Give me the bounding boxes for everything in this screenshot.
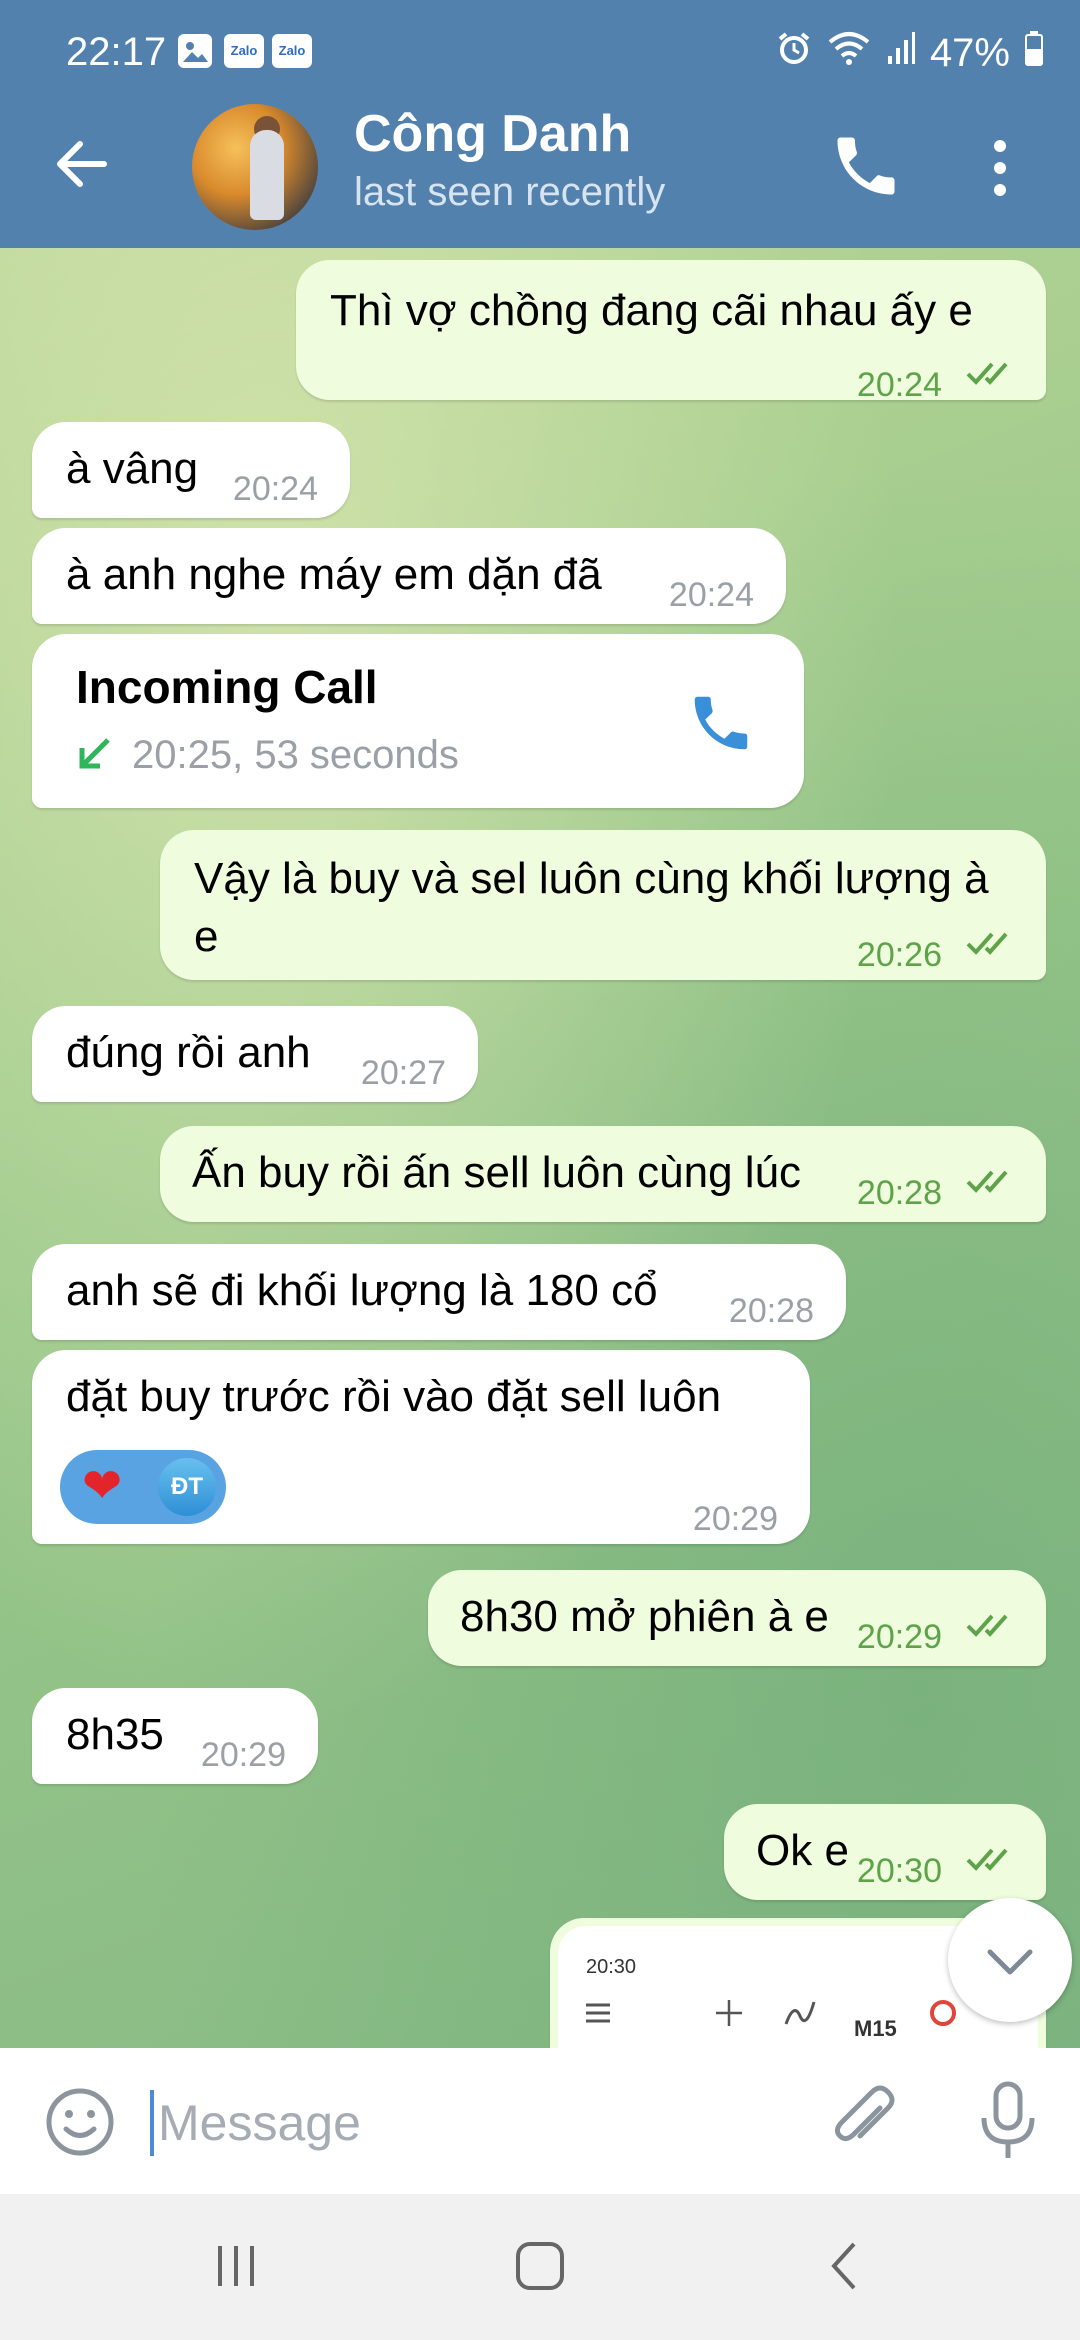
more-vertical-icon xyxy=(994,140,1006,196)
outgoing-message[interactable]: 8h30 mở phiên à e 20:29 xyxy=(428,1570,1046,1666)
smiley-icon xyxy=(46,2088,114,2156)
outgoing-message[interactable]: Vậy là buy và sel luôn cùng khối lượng à… xyxy=(160,830,1046,980)
emoji-button[interactable] xyxy=(42,2084,118,2160)
attach-button[interactable] xyxy=(824,2078,908,2162)
signal-icon xyxy=(886,30,916,76)
zalo-icon: Zalo xyxy=(272,34,312,68)
incoming-arrow-icon xyxy=(79,738,110,769)
contact-name[interactable]: Công Danh xyxy=(354,104,631,164)
message-text: Thì vợ chồng đang cãi nhau ấy e xyxy=(330,286,973,335)
message-time: 20:29 xyxy=(856,1618,942,1656)
heart-reaction-icon: ❤ xyxy=(82,1460,123,1513)
recent-apps-button[interactable] xyxy=(208,2238,264,2294)
zalo-icon: Zalo xyxy=(224,34,264,68)
read-check-icon xyxy=(966,1848,1008,1871)
image-icon xyxy=(178,34,212,68)
app-header: 22:17 Zalo Zalo 47% Công Danh last seen … xyxy=(0,0,1080,248)
home-icon xyxy=(516,2242,564,2290)
call-button[interactable] xyxy=(828,128,904,204)
more-menu-button[interactable] xyxy=(980,130,1020,206)
outgoing-message[interactable]: Thì vợ chồng đang cãi nhau ấy e 20:24 xyxy=(296,260,1046,404)
message-text: à anh nghe máy em dặn đã xyxy=(66,550,602,599)
message-time: 20:24 xyxy=(856,366,942,404)
incoming-message[interactable]: à anh nghe máy em dặn đã 20:24 xyxy=(32,528,786,624)
call-details: 20:25, 53 seconds xyxy=(132,733,459,777)
message-time: 20:26 xyxy=(856,936,942,974)
outgoing-message[interactable]: Ấn buy rồi ấn sell luôn cùng lúc 20:28 xyxy=(160,1126,1046,1222)
outgoing-message[interactable]: Ok e 20:30 xyxy=(724,1804,1046,1900)
back-chevron-icon xyxy=(831,2242,856,2290)
message-text: à vâng xyxy=(66,444,199,493)
arrow-left-icon xyxy=(57,141,107,187)
status-time: 22:17 xyxy=(66,30,167,74)
message-text: anh sẽ đi khối lượng là 180 cổ xyxy=(66,1266,658,1315)
message-text: đặt buy trước rồi vào đặt sell luôn xyxy=(66,1372,722,1421)
wifi-icon xyxy=(826,30,872,76)
alarm-icon xyxy=(776,30,812,76)
recents-icon xyxy=(218,2246,254,2286)
incoming-message[interactable]: đúng rồi anh 20:27 xyxy=(32,1006,478,1102)
message-input[interactable] xyxy=(156,2084,800,2162)
reaction-chip[interactable]: ❤ ĐT xyxy=(60,1450,226,1524)
contact-avatar[interactable] xyxy=(192,104,318,230)
incoming-message[interactable]: đặt buy trước rồi vào đặt sell luôn ❤ ĐT… xyxy=(32,1350,810,1544)
system-back-button[interactable] xyxy=(818,2238,874,2294)
timeframe-label: M15 xyxy=(854,2016,897,2041)
message-time: 20:29 xyxy=(692,1500,778,1538)
home-button[interactable] xyxy=(508,2238,572,2294)
back-button[interactable] xyxy=(44,124,124,204)
chevron-down-icon xyxy=(987,1949,1033,1975)
read-check-icon xyxy=(966,362,1008,385)
read-check-icon xyxy=(966,1170,1008,1193)
battery-percent: 47% xyxy=(929,30,1010,75)
incoming-message[interactable]: anh sẽ đi khối lượng là 180 cổ 20:28 xyxy=(32,1244,846,1340)
phone-icon[interactable] xyxy=(686,688,756,758)
call-title: Incoming Call xyxy=(76,661,378,713)
message-text: 8h35 xyxy=(66,1710,164,1759)
incoming-message[interactable]: 8h35 20:29 xyxy=(32,1688,318,1784)
battery-icon xyxy=(1024,30,1044,76)
read-check-icon xyxy=(966,1614,1008,1637)
phone-icon xyxy=(837,137,895,195)
incoming-call-message[interactable]: Incoming Call 20:25, 53 seconds xyxy=(32,634,804,808)
text-cursor xyxy=(150,2090,154,2156)
crosshair-icon xyxy=(716,2000,742,2026)
status-indicators: 47% xyxy=(776,30,1044,76)
message-time: 20:28 xyxy=(728,1292,814,1330)
message-time: 20:29 xyxy=(200,1736,286,1774)
message-time: 20:28 xyxy=(856,1174,942,1212)
contact-status: last seen recently xyxy=(354,170,666,214)
paperclip-icon xyxy=(834,2085,895,2142)
scroll-to-bottom-button[interactable] xyxy=(948,1898,1072,2022)
message-time: 20:30 xyxy=(856,1852,942,1890)
hamburger-icon xyxy=(586,2003,610,2023)
message-time: 20:27 xyxy=(360,1054,446,1092)
message-composer xyxy=(0,2048,1080,2194)
reactor-avatar: ĐT xyxy=(158,1458,216,1516)
message-text: Ấn buy rồi ấn sell luôn cùng lúc xyxy=(192,1148,802,1197)
indicator-icon xyxy=(784,2001,816,2025)
message-time: 20:24 xyxy=(232,470,318,508)
system-navigation-bar xyxy=(0,2194,1080,2340)
microphone-button[interactable] xyxy=(970,2078,1046,2164)
read-check-icon xyxy=(966,932,1008,955)
message-text: Ok e xyxy=(756,1826,849,1875)
incoming-message[interactable]: à vâng 20:24 xyxy=(32,422,350,518)
chat-history[interactable]: Thì vợ chồng đang cãi nhau ấy e 20:24 à … xyxy=(0,248,1080,2048)
message-text: đúng rồi anh xyxy=(66,1028,311,1077)
microphone-icon xyxy=(981,2081,1035,2158)
message-text: 8h30 mở phiên à e xyxy=(460,1592,829,1641)
message-time: 20:24 xyxy=(668,576,754,614)
